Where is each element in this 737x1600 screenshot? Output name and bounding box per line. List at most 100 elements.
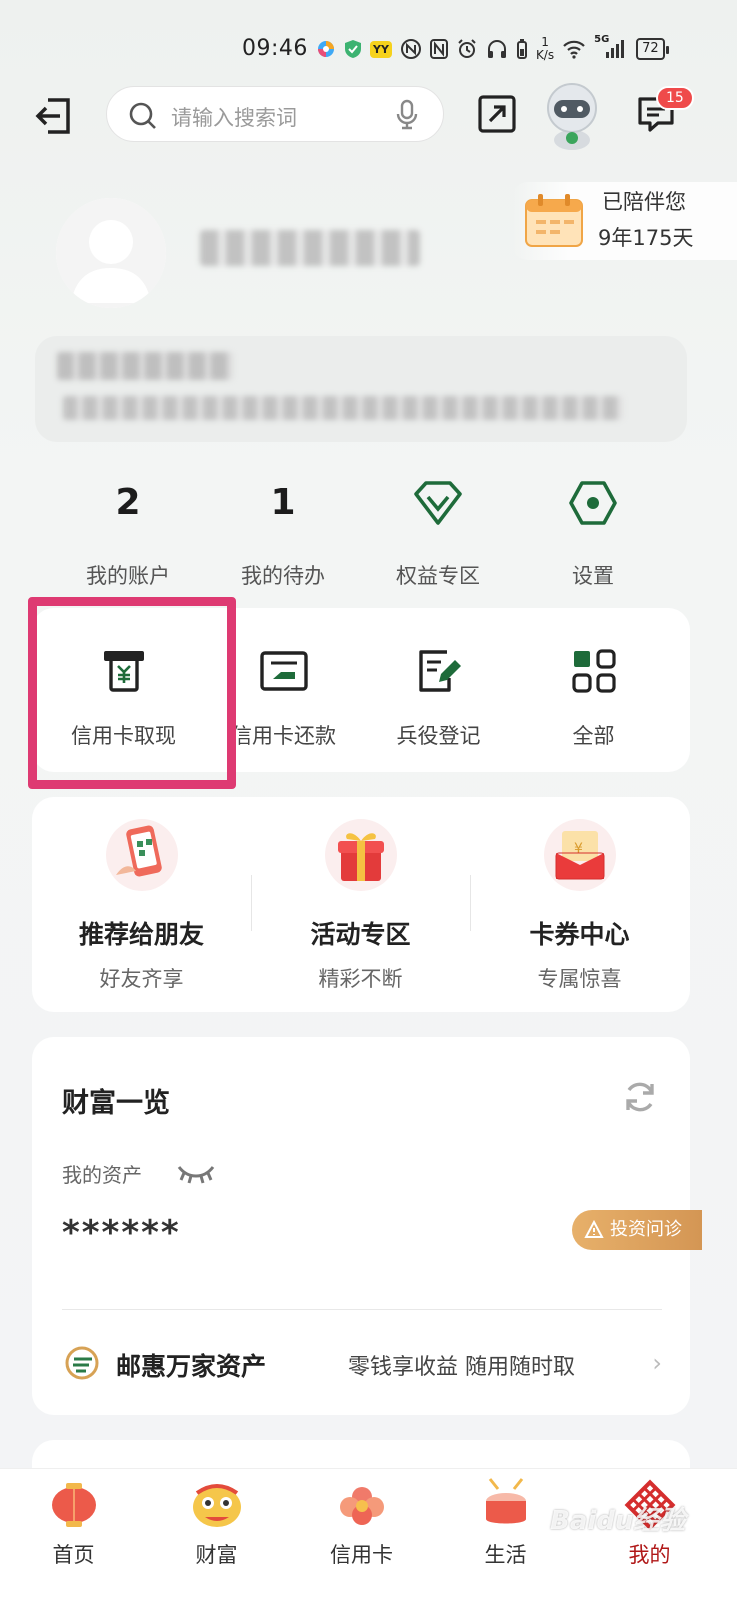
nav-home[interactable]: 首页 <box>0 1469 147 1569</box>
nav-credit-card[interactable]: 信用卡 <box>288 1469 435 1569</box>
status-bar: 09:46 YY 1 K/s 5G 72 <box>0 30 737 70</box>
youhui-assets-row[interactable]: 邮惠万家资产 零钱享收益 随用随时取 › <box>32 1287 690 1415</box>
expand-link-icon <box>478 95 516 133</box>
masked-info-line <box>57 352 233 380</box>
credit-card-cash-label: 信用卡取现 <box>71 724 176 748</box>
coupon-center-subtitle: 专属惊喜 <box>537 967 622 991</box>
app-colorful-icon <box>318 41 334 57</box>
status-time: 09:46 <box>242 36 308 61</box>
all-services-button[interactable]: 全部 <box>516 608 671 772</box>
edit-doc-icon <box>418 650 461 692</box>
todos-label: 我的待办 <box>241 564 325 588</box>
credit-card-cash-button[interactable]: 信用卡取现 <box>46 608 201 772</box>
postal-savings-logo-icon <box>65 1346 99 1380</box>
my-assets-value: ****** <box>62 1213 181 1253</box>
red-envelope-icon: ¥ <box>543 819 616 891</box>
masked-account-info-card <box>35 336 687 442</box>
youhui-assets-description: 零钱享收益 随用随时取 <box>348 1355 575 1380</box>
card-repay-icon <box>259 651 308 691</box>
wealth-title: 财富一览 <box>62 1088 170 1119</box>
nav-wealth[interactable]: 财富 <box>143 1469 290 1569</box>
accounts-label: 我的账户 <box>86 564 170 588</box>
activity-zone-subtitle: 精彩不断 <box>318 967 403 991</box>
my-accounts-item[interactable]: 2 我的账户 <box>53 478 203 590</box>
headphones-icon <box>487 40 506 58</box>
recommend-friends-title: 推荐给朋友 <box>78 920 204 949</box>
my-todos-item[interactable]: 1 我的待办 <box>208 478 358 590</box>
nfc-icon <box>400 39 421 59</box>
lantern-icon <box>44 1475 104 1535</box>
masked-last-login-line <box>63 396 623 420</box>
promo-card: 推荐给朋友 好友齐享 活动专区 精彩不断 ¥ 卡券中心 专属惊喜 <box>32 797 690 1012</box>
expand-link-button[interactable] <box>477 94 517 138</box>
coupon-center-button[interactable]: ¥ 卡券中心 专属惊喜 <box>470 797 689 1012</box>
my-assets-label: 我的资产 <box>62 1163 142 1187</box>
robot-assistant-button[interactable] <box>540 80 604 152</box>
settings-item[interactable]: 设置 <box>518 478 668 590</box>
wifi-icon <box>563 40 585 59</box>
exit-button[interactable] <box>32 94 76 138</box>
nav-life-label: 生活 <box>484 1543 527 1567</box>
credit-card-repay-button[interactable]: 信用卡还款 <box>206 608 361 772</box>
network-speed: 1 K/s <box>535 35 555 62</box>
grid-icon <box>571 649 616 693</box>
credit-card-repay-label: 信用卡还款 <box>231 724 336 748</box>
warning-triangle-icon <box>584 1220 604 1238</box>
military-registration-label: 兵役登记 <box>396 724 481 748</box>
shield-check-icon <box>345 40 361 58</box>
military-registration-button[interactable]: 兵役登记 <box>361 608 516 772</box>
exit-icon <box>35 98 70 134</box>
svg-text:¥: ¥ <box>574 841 583 857</box>
search-placeholder: 请输入搜索词 <box>171 106 297 130</box>
recommend-friends-subtitle: 好友齐享 <box>99 967 184 991</box>
flower-icon <box>332 1475 392 1535</box>
investment-consult-label: 投资问诊 <box>610 1219 682 1240</box>
divider <box>62 1309 662 1310</box>
diamond-icon <box>414 481 462 525</box>
chevron-right-icon: › <box>652 1349 662 1377</box>
status-icons: YY 1 K/s 5G 72 <box>316 34 669 62</box>
battery-indicator: 72 <box>636 38 669 60</box>
drum-icon <box>476 1475 536 1535</box>
phone-qr-icon <box>105 819 178 891</box>
search-icon <box>129 102 156 129</box>
signal-icon: 5G <box>594 34 628 60</box>
nav-mine-label: 我的 <box>628 1543 671 1567</box>
all-services-label: 全部 <box>572 724 615 748</box>
atm-cash-icon <box>103 651 144 692</box>
coupon-center-title: 卡券中心 <box>529 920 630 949</box>
youhui-assets-title: 邮惠万家资产 <box>116 1352 267 1381</box>
recommend-friends-button[interactable]: 推荐给朋友 好友齐享 <box>32 797 251 1012</box>
benefits-zone-item[interactable]: 权益专区 <box>363 478 513 590</box>
quick-actions-card: 信用卡取现 信用卡还款 兵役登记 全部 <box>32 608 690 772</box>
earbud-battery-icon <box>516 39 527 59</box>
activity-zone-title: 活动专区 <box>310 920 411 949</box>
robot-assistant-icon <box>547 83 597 150</box>
eye-closed-icon[interactable] <box>176 1161 216 1185</box>
message-count-badge: 15 <box>656 86 694 110</box>
refresh-icon[interactable] <box>622 1079 658 1115</box>
accounts-count: 2 <box>115 482 141 523</box>
watermark: Baidu经验 <box>550 1506 686 1536</box>
companion-duration: 9年175天 <box>598 226 694 250</box>
gift-box-icon <box>324 819 397 891</box>
search-input[interactable]: 请输入搜索词 <box>106 86 444 142</box>
nav-wealth-label: 财富 <box>195 1543 238 1567</box>
yy-app-icon: YY <box>370 40 392 58</box>
settings-hex-icon <box>569 481 617 525</box>
lion-dance-icon <box>187 1475 247 1535</box>
todos-count: 1 <box>270 482 296 523</box>
nav-home-label: 首页 <box>52 1543 95 1567</box>
microphone-icon[interactable] <box>395 99 419 131</box>
investment-consult-button[interactable]: 投资问诊 <box>572 1210 702 1250</box>
masked-user-name <box>200 230 420 266</box>
alarm-icon <box>458 39 476 58</box>
companion-days-card: 已陪伴您 9年175天 <box>512 182 737 260</box>
n-mark-icon <box>429 39 448 59</box>
avatar[interactable] <box>56 198 166 308</box>
calendar-icon <box>525 194 583 247</box>
settings-label: 设置 <box>572 564 614 588</box>
benefits-label: 权益专区 <box>396 564 480 588</box>
activity-zone-button[interactable]: 活动专区 精彩不断 <box>251 797 470 1012</box>
companion-label: 已陪伴您 <box>602 190 686 214</box>
